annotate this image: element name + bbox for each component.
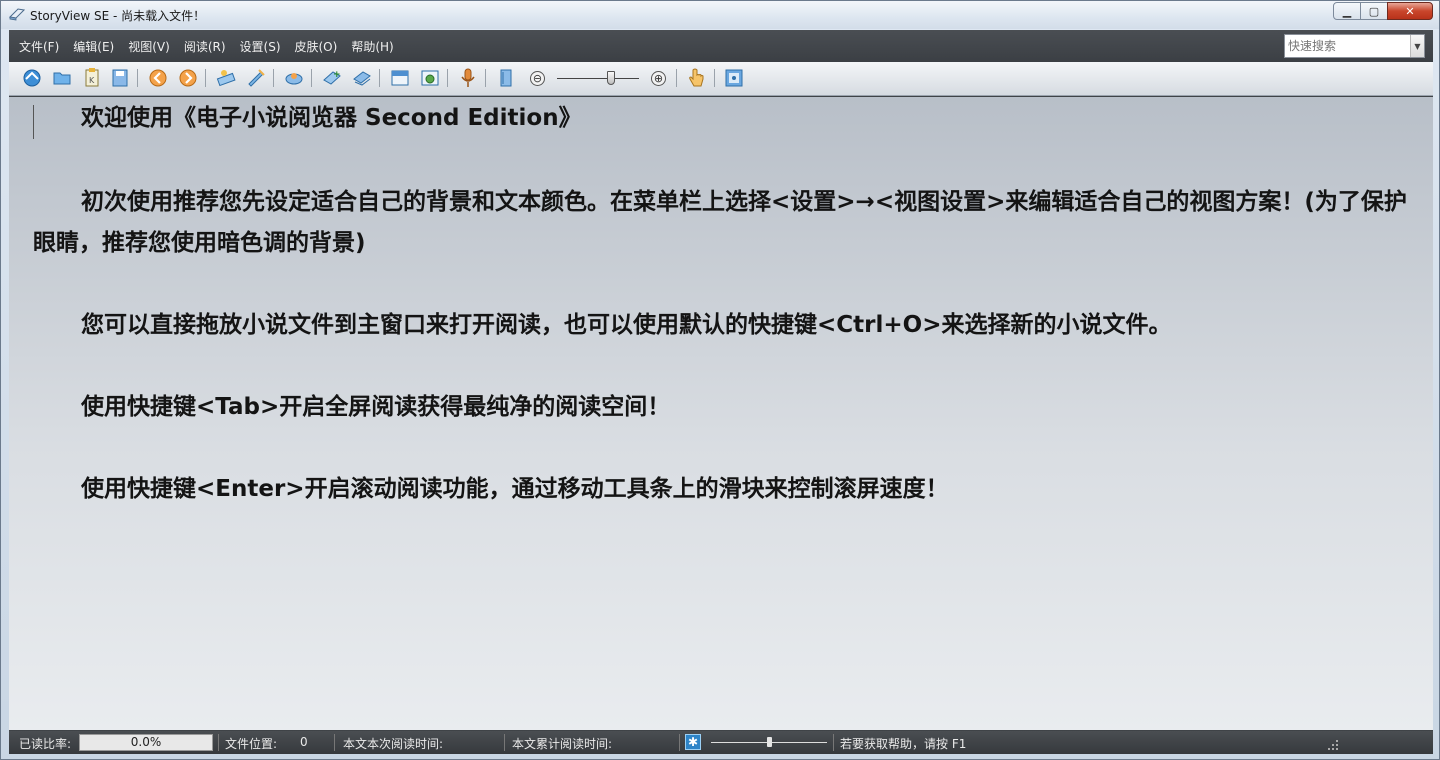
app-window: StoryView SE - 尚未载入文件！ ▁ ▢ ✕ 文件(F) 编辑(E)… (0, 0, 1440, 760)
toolbar-separator (676, 69, 677, 87)
toolbar: K + ⊖ ⊕ (9, 62, 1433, 96)
zoom-in-button[interactable]: ⊕ (651, 71, 666, 86)
menu: 文件(F) 编辑(E) 视图(V) 阅读(R) 设置(S) 皮肤(O) 帮助(H… (19, 38, 408, 55)
menu-edit[interactable]: 编辑(E) (73, 38, 114, 55)
scroll-mode-icon[interactable] (495, 67, 517, 89)
about-icon[interactable] (723, 67, 745, 89)
scroll-speed-thumb[interactable] (767, 737, 772, 747)
read-ratio-value: 0.0% (130, 735, 162, 749)
menu-help[interactable]: 帮助(H) (351, 38, 393, 55)
quick-search-input[interactable] (1285, 35, 1411, 57)
minimize-icon: ▁ (1342, 4, 1352, 18)
session-reading-time-label: 本文本次阅读时间: (343, 737, 444, 751)
hand-pointer-icon[interactable] (685, 67, 707, 89)
svg-text:+: + (333, 70, 341, 80)
menu-file[interactable]: 文件(F) (19, 38, 59, 55)
reading-area[interactable]: 欢迎使用《电子小说阅览器 Second Edition》 初次使用推荐您先设定适… (9, 97, 1433, 730)
menu-bar: 文件(F) 编辑(E) 视图(V) 阅读(R) 设置(S) 皮肤(O) 帮助(H… (9, 30, 1433, 62)
fullscreen-icon[interactable] (389, 67, 411, 89)
toolbar-separator (273, 69, 274, 87)
home-icon[interactable] (21, 67, 43, 89)
bookmark-icon[interactable]: K (81, 67, 103, 89)
help-hint: 若要获取帮助，请按 F1 (840, 737, 967, 751)
add-bookmark-icon[interactable]: + (321, 67, 343, 89)
highlight-icon[interactable] (245, 67, 267, 89)
content-paragraph: 初次使用推荐您先设定适合自己的背景和文本颜色。在菜单栏上选择<设置>→<视图设置… (33, 189, 1407, 256)
menu-read[interactable]: 阅读(R) (184, 38, 226, 55)
close-icon: ✕ (1405, 4, 1415, 18)
close-button[interactable]: ✕ (1387, 2, 1433, 20)
maximize-button[interactable]: ▢ (1360, 2, 1388, 20)
toolbar-separator (714, 69, 715, 87)
read-ratio-label: 已读比率: (19, 737, 72, 751)
status-separator (504, 734, 505, 751)
forward-arrow-icon[interactable] (177, 67, 199, 89)
microphone-icon[interactable] (457, 67, 479, 89)
open-folder-icon[interactable] (51, 67, 73, 89)
status-bar: 已读比率: 0.0% 文件位置: 0 本文本次阅读时间: 本文累计阅读时间: ✱… (9, 731, 1433, 754)
content-paragraph: 欢迎使用《电子小说阅览器 Second Edition》 (81, 105, 582, 131)
color-scheme-icon[interactable] (283, 67, 305, 89)
zoom-slider-thumb[interactable] (607, 71, 616, 85)
zoom-slider-track[interactable] (557, 78, 639, 79)
resize-grip-icon[interactable] (1325, 737, 1339, 751)
toolbar-separator (379, 69, 380, 87)
status-separator (218, 734, 219, 751)
edit-pen-icon[interactable] (215, 67, 237, 89)
toolbar-separator (485, 69, 486, 87)
content-paragraph: 使用快捷键<Tab>开启全屏阅读获得最纯净的阅读空间！ (81, 394, 671, 420)
back-arrow-icon[interactable] (147, 67, 169, 89)
save-icon[interactable] (109, 67, 131, 89)
toolbar-separator (137, 69, 138, 87)
status-separator (679, 734, 680, 751)
main-frame: 文件(F) 编辑(E) 视图(V) 阅读(R) 设置(S) 皮肤(O) 帮助(H… (9, 30, 1433, 754)
quick-search: ▼ (1284, 34, 1425, 58)
svg-text:K: K (89, 76, 95, 85)
menu-view[interactable]: 视图(V) (128, 38, 170, 55)
maximize-icon: ▢ (1368, 4, 1380, 18)
window-title: StoryView SE - 尚未载入文件！ (30, 9, 206, 23)
toolbar-separator (205, 69, 206, 87)
title-bar[interactable]: StoryView SE - 尚未载入文件！ ▁ ▢ ✕ (1, 1, 1439, 29)
chevron-down-icon[interactable]: ▼ (1410, 35, 1424, 57)
total-reading-time-label: 本文累计阅读时间: (512, 737, 613, 751)
window-controls: ▁ ▢ ✕ (1333, 2, 1433, 20)
content-paragraph: 使用快捷键<Enter>开启滚动阅读功能，通过移动工具条上的滑块来控制滚屏速度！ (81, 476, 949, 502)
toolbar-separator (447, 69, 448, 87)
status-separator (334, 734, 335, 751)
book-app-icon (9, 8, 25, 21)
menu-settings[interactable]: 设置(S) (240, 38, 281, 55)
snowflake-icon[interactable]: ✱ (685, 734, 701, 750)
file-position-label: 文件位置: (225, 737, 278, 751)
zoom-out-button[interactable]: ⊖ (530, 71, 545, 86)
bookmark-list-icon[interactable] (351, 67, 373, 89)
content-paragraph: 您可以直接拖放小说文件到主窗口来打开阅读，也可以使用默认的快捷键<Ctrl+O>… (81, 312, 1172, 338)
file-position-value: 0 (300, 735, 308, 749)
toolbar-separator (311, 69, 312, 87)
minimize-button[interactable]: ▁ (1333, 2, 1361, 20)
read-ratio-progress: 0.0% (79, 734, 213, 751)
status-separator (833, 734, 834, 751)
menu-skin[interactable]: 皮肤(O) (295, 38, 338, 55)
view-settings-icon[interactable] (419, 67, 441, 89)
